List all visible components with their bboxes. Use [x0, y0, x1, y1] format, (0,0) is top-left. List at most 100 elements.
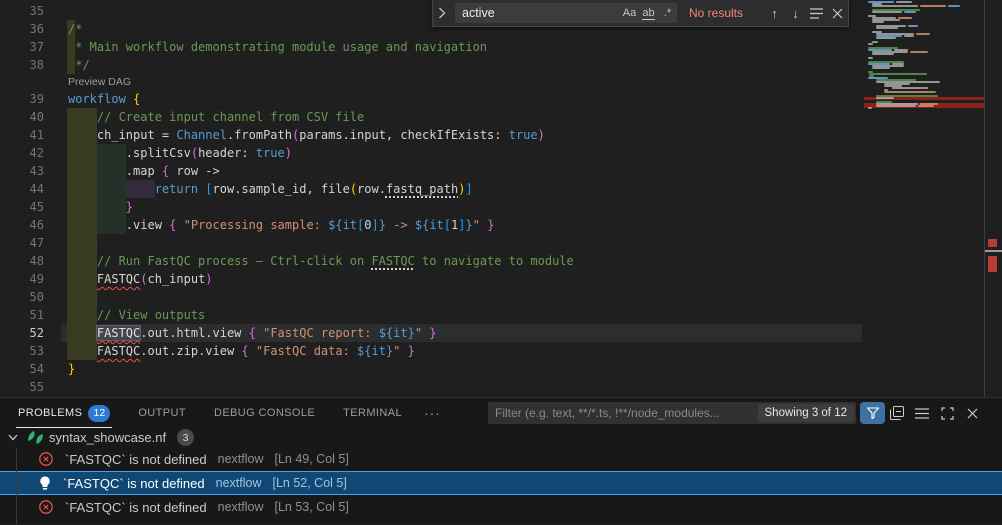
code-line-42[interactable]: 42 .splitCsv(header: true) [0, 144, 1002, 162]
code-line-51[interactable]: 51 // View outputs [0, 306, 1002, 324]
code-line-46[interactable]: 46 .view { "Processing sample: ${it[0]} … [0, 216, 1002, 234]
line-number: 36 [0, 20, 44, 38]
code-editor[interactable]: 3536 /*37 * Main workflow demonstrating m… [0, 0, 1002, 397]
line-number: 49 [0, 270, 44, 288]
minimap-line [876, 105, 916, 107]
code-line-43[interactable]: 43 .map { row -> [0, 162, 1002, 180]
find-input[interactable]: active Aa ab .* [455, 3, 677, 23]
problem-location: [Ln 53, Col 5] [274, 500, 348, 514]
problems-list: syntax_showcase.nf 3 `FASTQC` is not def… [0, 428, 1002, 525]
filter-funnel-icon[interactable] [860, 402, 885, 424]
code-line-53[interactable]: 53 FASTQC.out.zip.view { "FastQC data: $… [0, 342, 1002, 360]
find-in-selection-icon[interactable] [806, 3, 827, 24]
view-as-table-icon[interactable] [911, 402, 933, 424]
toggle-replace-icon[interactable] [433, 1, 451, 26]
line-number: 51 [0, 306, 44, 324]
whole-word-icon[interactable]: ab [639, 4, 658, 22]
more-actions-icon[interactable]: ··· [424, 405, 441, 421]
code-text: } [68, 198, 133, 216]
error-mark [988, 239, 997, 247]
problem-row[interactable]: `FASTQC` is not definednextflow[Ln 52, C… [0, 471, 1002, 495]
code-line-50[interactable]: 50 [0, 288, 1002, 306]
code-line-45[interactable]: 45 } [0, 198, 1002, 216]
problem-source: nextflow [218, 452, 264, 466]
maximize-panel-icon[interactable] [936, 402, 958, 424]
line-number: 45 [0, 198, 44, 216]
problem-location: [Ln 49, Col 5] [274, 452, 348, 466]
indent-band [67, 234, 97, 252]
code-line-40[interactable]: 40 // Create input channel from CSV file [0, 108, 1002, 126]
code-line-39[interactable]: 39workflow { [0, 90, 1002, 108]
minimap-line [904, 35, 914, 37]
code-line-48[interactable]: 48 // Run FastQC process — Ctrl-click on… [0, 252, 1002, 270]
code-line-41[interactable]: 41 ch_input = Channel.fromPath(params.in… [0, 126, 1002, 144]
minimap-line [908, 25, 918, 27]
minimap-line [898, 17, 912, 19]
line-number: 40 [0, 108, 44, 126]
code-text: .view { "Processing sample: ${it[0]} -> … [68, 216, 494, 234]
error-icon [38, 499, 54, 515]
minimap-line [896, 1, 912, 3]
previous-match-icon[interactable]: ↑ [764, 3, 785, 24]
code-line-38[interactable]: 38 */ [0, 56, 1002, 74]
bottom-panel: PROBLEMS12 OUTPUT DEBUG CONSOLE TERMINAL ···… [0, 397, 1002, 524]
codelens-preview-dag[interactable]: Preview DAG [68, 75, 131, 89]
problem-row[interactable]: `FASTQC` is not definednextflow[Ln 49, C… [0, 447, 1002, 471]
problem-row[interactable]: `FASTQC` is not definednextflow[Ln 53, C… [0, 495, 1002, 519]
tab-label: OUTPUT [138, 407, 186, 419]
nextflow-icon [27, 430, 44, 445]
problems-file-group[interactable]: syntax_showcase.nf 3 [0, 428, 1002, 447]
line-number: 42 [0, 144, 44, 162]
code-line-44[interactable]: 44 return [row.sample_id, file(row.fastq… [0, 180, 1002, 198]
line-number: 37 [0, 38, 44, 56]
regex-icon[interactable]: .* [658, 4, 677, 22]
problem-location: [Ln 52, Col 5] [272, 476, 346, 490]
minimap-line [904, 11, 916, 13]
line-number: 46 [0, 216, 44, 234]
minimap-line [876, 37, 896, 39]
problems-filter[interactable]: Showing 3 of 12 [488, 402, 856, 424]
code-text: .splitCsv(header: true) [68, 144, 292, 162]
panel-tab-terminal[interactable]: TERMINAL [343, 398, 402, 428]
minimap-line [872, 41, 878, 43]
code-line-54[interactable]: 54} [0, 360, 1002, 378]
line-number: 38 [0, 56, 44, 74]
close-panel-icon[interactable] [961, 402, 983, 424]
tab-label: TERMINAL [343, 407, 402, 419]
code-line-37[interactable]: 37 * Main workflow demonstrating module … [0, 38, 1002, 56]
minimap-line [872, 11, 902, 13]
indent-band [96, 234, 97, 252]
panel-tab-bar: PROBLEMS12 OUTPUT DEBUG CONSOLE TERMINAL ··· [0, 398, 441, 428]
minimap-line [948, 5, 960, 7]
indent-band [96, 288, 97, 306]
error-icon [38, 451, 54, 467]
tab-label: DEBUG CONSOLE [214, 407, 315, 419]
line-number: 52 [0, 324, 44, 342]
panel-tab-problems[interactable]: PROBLEMS12 [18, 398, 110, 428]
panel-tab-output[interactable]: OUTPUT [138, 398, 186, 428]
line-number: 44 [0, 180, 44, 198]
code-text: /* [68, 20, 82, 38]
code-line-47[interactable]: 47 [0, 234, 1002, 252]
indent-band [67, 288, 97, 306]
close-find-icon[interactable] [827, 3, 848, 24]
code-text: FASTQC.out.html.view { "FastQC report: $… [68, 324, 437, 342]
overview-ruler[interactable] [985, 0, 1002, 397]
line-number: 48 [0, 252, 44, 270]
problem-source: nextflow [216, 476, 262, 490]
code-line-49[interactable]: 49 FASTQC(ch_input) [0, 270, 1002, 288]
line-number: 41 [0, 126, 44, 144]
minimap[interactable] [864, 0, 984, 397]
collapse-all-icon[interactable] [886, 402, 908, 424]
find-query-text: active [455, 6, 620, 20]
panel-tab-debug-console[interactable]: DEBUG CONSOLE [214, 398, 315, 428]
code-line-55[interactable]: 55 [0, 378, 1002, 396]
code-line-52[interactable]: 52 FASTQC.out.html.view { "FastQC report… [0, 324, 1002, 342]
minimap-line [876, 27, 898, 29]
match-case-icon[interactable]: Aa [620, 4, 639, 22]
showing-count-badge: Showing 3 of 12 [758, 404, 854, 422]
line-number: 35 [0, 2, 44, 20]
chevron-down-icon [8, 434, 18, 441]
next-match-icon[interactable]: ↓ [785, 3, 806, 24]
line-number: 39 [0, 90, 44, 108]
